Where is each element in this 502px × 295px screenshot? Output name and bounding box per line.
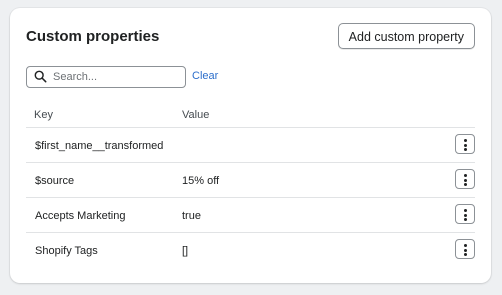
row-actions-button[interactable] [455, 134, 475, 154]
column-header-key: Key [34, 109, 53, 121]
row-actions-button[interactable] [455, 204, 475, 224]
property-key: Shopify Tags [35, 245, 98, 257]
card-title: Custom properties [26, 28, 160, 45]
clear-link[interactable]: Clear [192, 70, 218, 82]
property-key: Accepts Marketing [35, 210, 126, 222]
row-actions-button[interactable] [455, 169, 475, 189]
search-input[interactable] [53, 68, 179, 85]
search-field[interactable] [26, 66, 186, 88]
custom-properties-card: Custom properties Add custom property Cl… [10, 8, 491, 283]
property-key: $first_name__transformed [35, 140, 164, 152]
search-icon [34, 70, 47, 83]
add-custom-property-button[interactable]: Add custom property [337, 23, 475, 49]
row-actions-button[interactable] [455, 239, 475, 259]
table-row: $source 15% off [26, 163, 475, 198]
table-header: Key Value [26, 104, 475, 128]
property-value: true [182, 210, 201, 222]
property-value: [] [182, 245, 189, 257]
property-key: $source [35, 175, 75, 187]
properties-table: Key Value $first_name__transformed $sour… [26, 104, 475, 267]
column-header-value: Value [182, 109, 210, 121]
table-row: Accepts Marketing true [26, 198, 475, 233]
property-value: 15% off [182, 175, 220, 187]
table-row: Shopify Tags [] [26, 233, 475, 267]
table-row: $first_name__transformed [26, 128, 475, 163]
